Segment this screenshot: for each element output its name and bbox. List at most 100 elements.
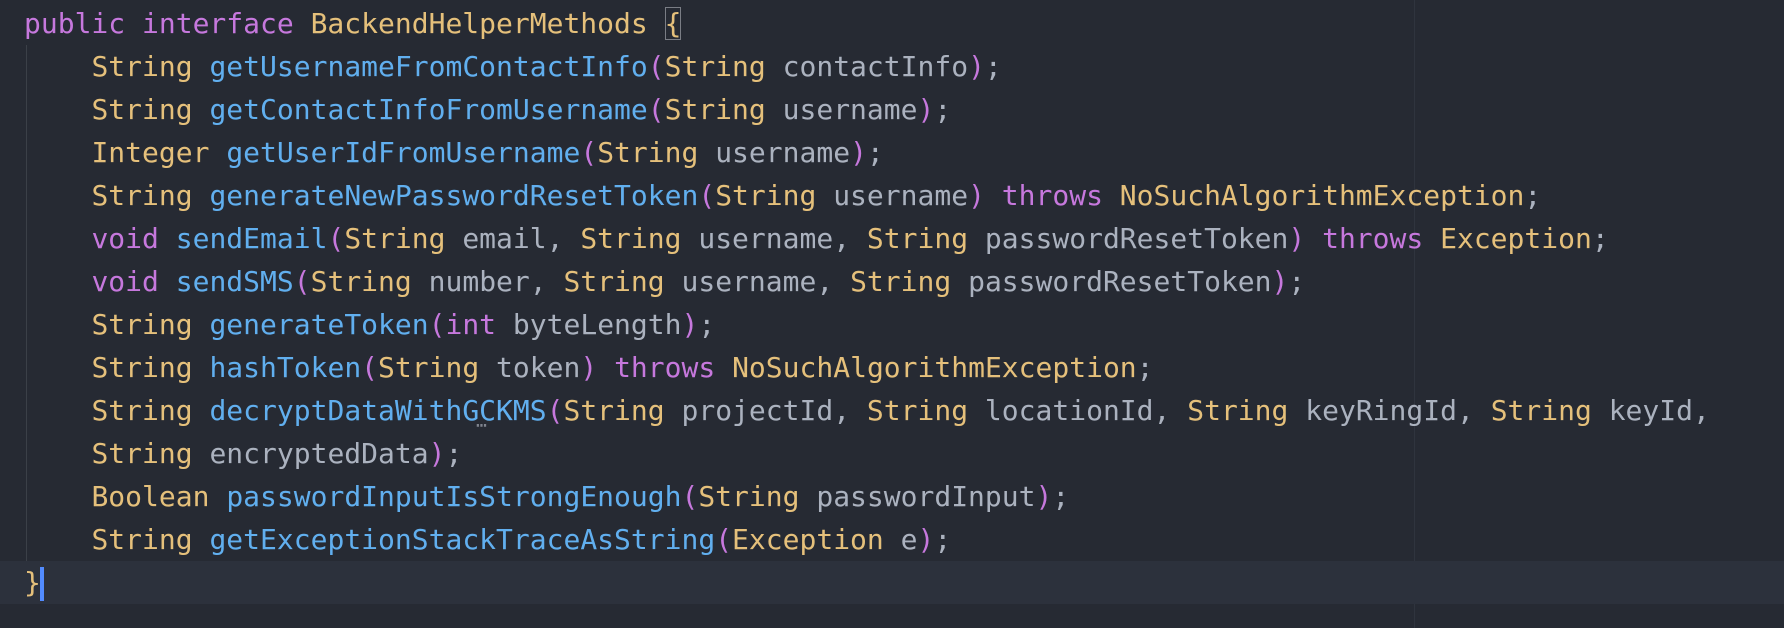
code-token-plain: ; [984, 50, 1002, 83]
code-token-type: String [344, 222, 446, 255]
code-token-type: String [580, 222, 682, 255]
code-token-keyword: public interface [24, 7, 294, 40]
code-line[interactable]: String decryptDataWithGCKMS(String proje… [24, 389, 1710, 432]
code-token-paren: ) [1271, 265, 1289, 298]
code-token-paren: ( [546, 394, 564, 427]
code-token-paren: ( [715, 523, 733, 556]
code-token-type: String [1490, 394, 1592, 427]
code-token-function: getUserIdFromUsername [226, 136, 581, 169]
code-token-brace: { [664, 7, 682, 40]
code-token-type: Exception [732, 523, 884, 556]
code-token-type: String [850, 265, 952, 298]
code-token-type: String [597, 136, 699, 169]
code-token-function: getContactInfoFromUsername [209, 93, 648, 126]
code-line[interactable]: String getContactInfoFromUsername(String… [24, 88, 951, 131]
code-token-plain: encryptedData [192, 437, 429, 470]
code-line[interactable]: void sendSMS(String number, String usern… [24, 260, 1305, 303]
code-token-paren: ) [1288, 222, 1306, 255]
code-token-type: NoSuchAlgorithmException [1119, 179, 1525, 212]
code-token-plain: ; [866, 136, 884, 169]
code-token-type: String [664, 50, 766, 83]
code-token-type: String [91, 308, 193, 341]
code-token-keyword: int [445, 308, 497, 341]
code-token-paren: ) [580, 351, 598, 384]
code-token-plain: token [479, 351, 581, 384]
code-line[interactable]: String generateNewPasswordResetToken(Str… [24, 174, 1541, 217]
code-line[interactable]: String generateToken(int byteLength); [24, 303, 715, 346]
code-token-type: String [91, 523, 193, 556]
code-token-type: String [378, 351, 480, 384]
code-token-keyword: throws [1001, 179, 1103, 212]
code-line[interactable]: void sendEmail(String email, String user… [24, 217, 1608, 260]
code-token-type: String [698, 480, 800, 513]
code-line[interactable]: public interface BackendHelperMethods { [24, 2, 682, 45]
code-token-plain: contactInfo [765, 50, 969, 83]
code-line[interactable]: Boolean passwordInputIsStrongEnough(Stri… [24, 475, 1069, 518]
code-token-function: hashToken [209, 351, 362, 384]
code-line[interactable]: } [0, 561, 1784, 604]
code-token-brace: } [24, 566, 41, 599]
code-line[interactable]: String getExceptionStackTraceAsString(Ex… [24, 518, 951, 561]
code-token-paren: ) [1035, 480, 1053, 513]
code-token-plain: username, [681, 222, 867, 255]
code-token-plain: ; [1288, 265, 1306, 298]
code-token-function: generateNewPasswordResetToken [209, 179, 699, 212]
code-token-type: Exception [1440, 222, 1592, 255]
code-token-type: String [91, 93, 193, 126]
code-token-plain: ; [698, 308, 716, 341]
code-token-plain: username [698, 136, 851, 169]
code-token-type: Boolean [91, 480, 210, 513]
code-token-function: getExceptionStackTraceAsString [209, 523, 716, 556]
code-token-plain: username, [664, 265, 851, 298]
code-token-plain: ; [1524, 179, 1542, 212]
code-token-plain: passwordInput [799, 480, 1036, 513]
code-token-paren: ) [917, 523, 935, 556]
code-token-type: String [866, 222, 969, 255]
code-token-function: getUsernameFromContactInfo [209, 50, 648, 83]
code-token-plain: username [816, 179, 969, 212]
code-line[interactable]: Integer getUserIdFromUsername(String use… [24, 131, 884, 174]
code-token-keyword: void [91, 265, 159, 298]
code-token-type: Integer [91, 136, 210, 169]
code-token-plain: keyId, [1591, 394, 1710, 427]
code-token-plain: username [765, 93, 918, 126]
code-token-paren: ( [647, 93, 665, 126]
code-token-function: decryptDataWithGCKMS [209, 394, 547, 427]
code-token-type: String [1187, 394, 1289, 427]
code-line[interactable]: String hashToken(String token) throws No… [24, 346, 1153, 389]
code-line[interactable]: String encryptedData); [24, 432, 462, 475]
code-token-type: BackendHelperMethods [310, 7, 648, 40]
code-token-paren: ) [917, 93, 935, 126]
code-token-paren: ( [361, 351, 379, 384]
code-token-keyword: void [91, 222, 159, 255]
code-token-paren: ) [968, 179, 985, 212]
code-token-plain: passwordResetToken [968, 222, 1289, 255]
code-token-type: String [91, 179, 193, 212]
code-token-plain: ; [445, 437, 463, 470]
code-token-plain: byteLength [496, 308, 682, 341]
current-line-code: } [0, 566, 44, 601]
code-editor[interactable]: public interface BackendHelperMethods { … [0, 0, 1784, 628]
code-token-paren: ( [698, 179, 716, 212]
code-token-keyword: throws [1322, 222, 1424, 255]
code-token-paren: ) [428, 437, 446, 470]
code-line[interactable]: String getUsernameFromContactInfo(String… [24, 45, 1002, 88]
code-token-function: sendSMS [175, 265, 294, 298]
